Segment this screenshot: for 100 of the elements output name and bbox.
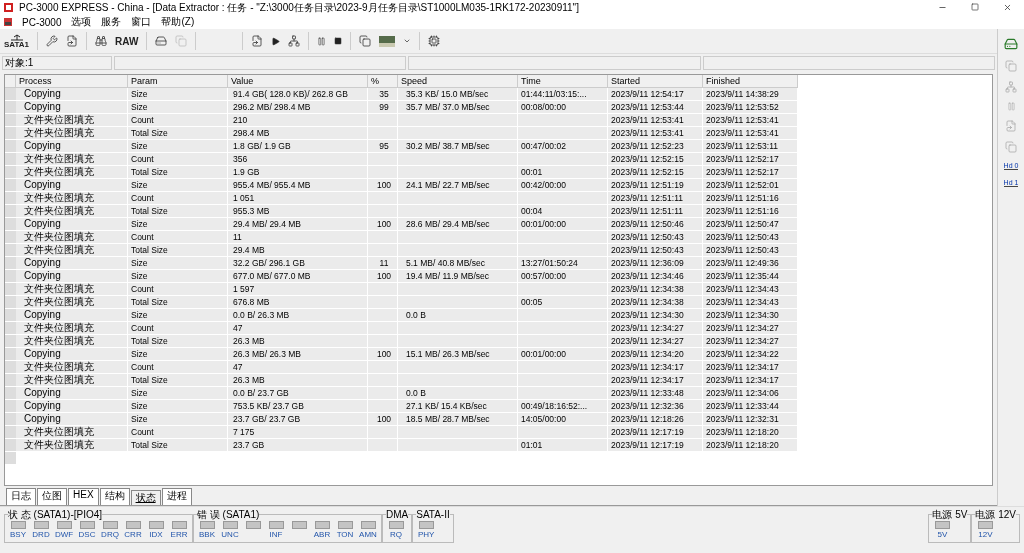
tab[interactable]: 位图	[37, 488, 67, 505]
table-cell: Copying	[16, 387, 128, 400]
indicator-label: UNC	[221, 530, 239, 540]
table-cell: 00:01/00:00	[518, 218, 608, 231]
table-cell: 2023/9/11 12:17:19	[608, 439, 703, 452]
row-header[interactable]	[5, 218, 16, 231]
export-icon[interactable]	[251, 35, 264, 47]
table-cell: Size	[128, 179, 228, 192]
table-cell: 5.1 MB/ 40.8 MB/sec	[398, 257, 518, 270]
table-cell: 2023/9/11 12:52:15	[608, 166, 703, 179]
row-header[interactable]	[5, 153, 16, 166]
caret-icon[interactable]	[403, 37, 412, 45]
play-icon[interactable]	[271, 36, 281, 46]
row-header[interactable]	[5, 166, 16, 179]
table-cell: Copying	[16, 309, 128, 322]
table-cell: 0.0 B	[398, 309, 518, 322]
row-header[interactable]	[5, 387, 16, 400]
menu-item[interactable]: 帮助(Z)	[161, 15, 195, 29]
row-header[interactable]	[5, 127, 16, 140]
pause-icon[interactable]	[1006, 102, 1016, 111]
stop-icon[interactable]	[334, 37, 343, 45]
tab[interactable]: 进程	[161, 488, 192, 505]
close-icon[interactable]	[1003, 3, 1012, 12]
table-cell: 2023/9/11 12:51:11	[608, 192, 703, 205]
row-header[interactable]	[5, 296, 16, 309]
table-cell: 100	[368, 413, 398, 426]
column-header[interactable]: Speed	[398, 75, 518, 88]
raw-button[interactable]: RAW	[115, 35, 139, 47]
row-header[interactable]	[5, 426, 16, 439]
menu-item[interactable]: 选项	[71, 15, 92, 29]
menu-item[interactable]: 窗口	[131, 15, 152, 29]
table-cell: Size	[128, 257, 228, 270]
table-cell: 19.4 MB/ 11.9 MB/sec	[398, 270, 518, 283]
row-header[interactable]	[5, 374, 16, 387]
drive-icon[interactable]	[1004, 37, 1018, 51]
tab[interactable]: HEX	[68, 488, 99, 505]
menu-item[interactable]: PC-3000	[22, 16, 62, 28]
row-header[interactable]	[5, 179, 16, 192]
table-cell: 35.3 KB/ 15.0 MB/sec	[398, 88, 518, 101]
pause-icon[interactable]	[317, 36, 327, 46]
table-cell: 文件夹位图填充	[16, 283, 128, 296]
row-header[interactable]	[5, 101, 16, 114]
table-cell: 13:27/01:50:24	[518, 257, 608, 270]
tab[interactable]: 结构	[99, 488, 130, 505]
windows-icon[interactable]	[359, 35, 372, 47]
row-header[interactable]	[5, 361, 16, 374]
row-header[interactable]	[5, 88, 16, 101]
drive-icon[interactable]	[155, 35, 168, 47]
row-header[interactable]	[5, 413, 16, 426]
row-header[interactable]	[5, 400, 16, 413]
row-header[interactable]	[5, 309, 16, 322]
binoculars-icon[interactable]	[95, 35, 108, 47]
column-header[interactable]: Process	[16, 75, 128, 88]
copy-icon[interactable]	[1005, 60, 1017, 72]
row-header[interactable]	[5, 140, 16, 153]
table-cell: 1.8 GB/ 1.9 GB	[228, 140, 368, 153]
image-icon[interactable]	[379, 35, 396, 47]
row-header[interactable]	[5, 257, 16, 270]
row-header[interactable]	[5, 114, 16, 127]
tab[interactable]: 状态	[130, 490, 161, 505]
row-header[interactable]	[5, 335, 16, 348]
row-header[interactable]	[5, 348, 16, 361]
network-icon[interactable]	[288, 35, 301, 47]
row-header[interactable]	[5, 192, 16, 205]
table-cell: 2023/9/11 12:34:43	[703, 283, 798, 296]
tab[interactable]: 日志	[6, 488, 36, 505]
row-header[interactable]	[5, 322, 16, 335]
table-cell: 26.3 MB/ 26.3 MB	[228, 348, 368, 361]
column-header[interactable]: Started	[608, 75, 703, 88]
row-header[interactable]	[5, 205, 16, 218]
maximize-icon[interactable]	[971, 3, 979, 11]
indicator-label: DSC	[78, 530, 96, 540]
indicator-label: ERR	[170, 530, 188, 540]
row-header[interactable]	[5, 231, 16, 244]
table-cell: 文件夹位图填充	[16, 153, 128, 166]
table-cell: 2023/9/11 12:32:31	[703, 413, 798, 426]
copy-icon[interactable]	[175, 35, 188, 47]
column-header[interactable]: %	[368, 75, 398, 88]
row-header[interactable]	[5, 244, 16, 257]
table-cell: 2023/9/11 12:18:26	[608, 413, 703, 426]
column-header[interactable]: Finished	[703, 75, 798, 88]
table-cell: 26.3 MB	[228, 335, 368, 348]
row-header[interactable]	[5, 452, 16, 465]
table-cell: 2023/9/11 12:50:47	[703, 218, 798, 231]
column-header[interactable]: Param	[128, 75, 228, 88]
port-button[interactable]: SATA1	[4, 33, 30, 49]
table-cell: 2023/9/11 12:54:17	[608, 88, 703, 101]
column-header[interactable]: Value	[228, 75, 368, 88]
table-cell: 95	[368, 140, 398, 153]
table-cell: Total Size	[128, 205, 228, 218]
row-header[interactable]	[5, 283, 16, 296]
menu-item[interactable]: 服务	[101, 15, 122, 29]
wrench-icon[interactable]	[46, 35, 59, 47]
table-cell: 27.1 KB/ 15.4 KB/sec	[398, 400, 518, 413]
row-header[interactable]	[5, 270, 16, 283]
row-header[interactable]	[5, 439, 16, 452]
table-cell: 2023/9/11 12:52:17	[703, 166, 798, 179]
document-icon[interactable]	[66, 35, 79, 47]
column-header[interactable]: Time	[518, 75, 608, 88]
table-cell: Count	[128, 231, 228, 244]
